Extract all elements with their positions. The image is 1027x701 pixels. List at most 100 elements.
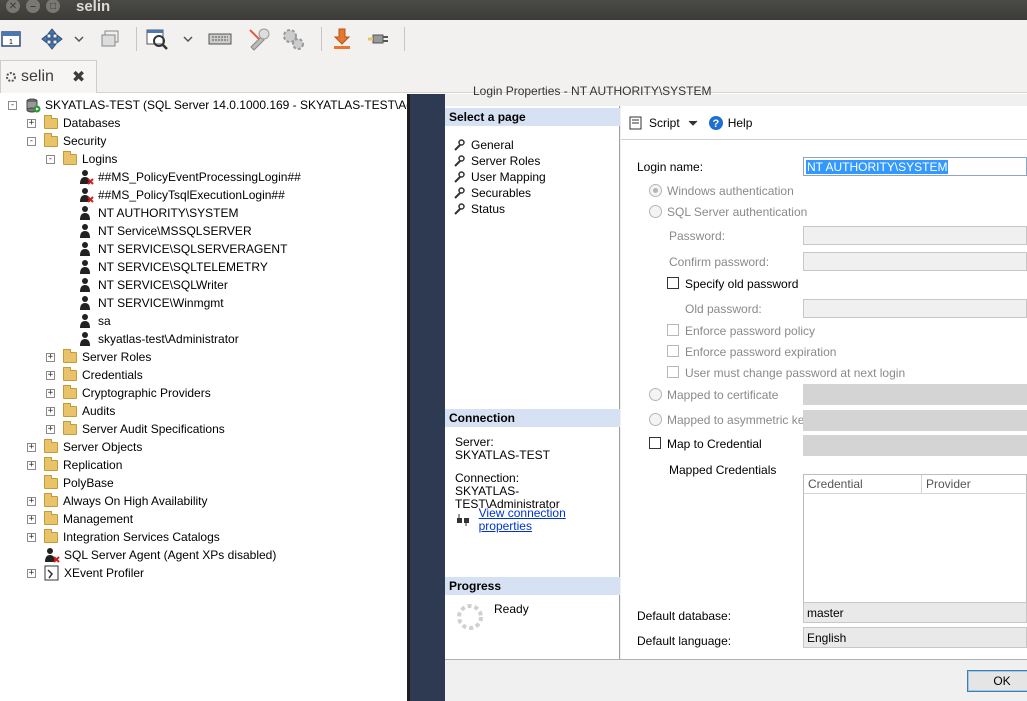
tree-item[interactable]: - SKYATLAS-TEST (SQL Server 14.0.1000.169…: [8, 96, 407, 114]
tree-item-label: Logins: [82, 152, 118, 166]
tree-item[interactable]: + Always On High Availability: [27, 492, 208, 510]
tools-button[interactable]: [245, 25, 273, 53]
page-status[interactable]: Status: [453, 201, 505, 217]
new-query-button[interactable]: 1: [0, 25, 22, 53]
tree-item[interactable]: + Management: [27, 510, 133, 528]
default-database-select[interactable]: master: [803, 602, 1027, 623]
expand-icon[interactable]: +: [46, 406, 55, 416]
tree-item[interactable]: NT SERVICE\SQLWriter: [65, 276, 228, 294]
credential-select[interactable]: [803, 435, 1027, 456]
tab-close-icon[interactable]: ✖: [72, 67, 85, 87]
windows-button[interactable]: [98, 25, 122, 53]
page-server-roles[interactable]: Server Roles: [453, 153, 540, 169]
enforce-expiration-checkbox[interactable]: [667, 345, 679, 357]
mapped-asym-radio[interactable]: [649, 413, 662, 426]
password-input[interactable]: [803, 226, 1027, 245]
tree-item[interactable]: NT Service\MSSQLSERVER: [65, 222, 252, 240]
mapped-credentials-grid[interactable]: Credential Provider: [803, 474, 1027, 609]
login-name-input[interactable]: NT AUTHORITY\SYSTEM: [803, 157, 1027, 176]
grid-header-credential[interactable]: Credential: [804, 475, 922, 494]
tree-item[interactable]: NT SERVICE\SQLTELEMETRY: [65, 258, 268, 276]
script-button[interactable]: Script: [649, 116, 680, 130]
expand-icon[interactable]: +: [27, 118, 36, 128]
old-password-input[interactable]: [803, 299, 1027, 318]
close-window-button[interactable]: ✕: [6, 0, 20, 13]
default-language-select[interactable]: English: [803, 627, 1027, 648]
find-dropdown-button[interactable]: [181, 25, 195, 53]
move-dropdown-button[interactable]: [72, 25, 86, 53]
help-button[interactable]: Help: [728, 116, 753, 130]
chevron-down-icon[interactable]: [688, 120, 698, 126]
expand-icon[interactable]: +: [46, 352, 55, 362]
windows-auth-radio[interactable]: [649, 184, 662, 197]
tree-item[interactable]: + Replication: [27, 456, 122, 474]
pane-divider[interactable]: [407, 94, 445, 701]
expand-icon[interactable]: +: [27, 442, 36, 452]
grid-header-provider[interactable]: Provider: [922, 475, 1027, 494]
view-connection-properties-link[interactable]: View connection properties: [479, 507, 619, 533]
tree-item[interactable]: - Security: [27, 132, 106, 150]
expand-icon[interactable]: +: [46, 424, 55, 434]
collapse-icon[interactable]: -: [8, 100, 17, 110]
expand-icon[interactable]: +: [46, 388, 55, 398]
certificate-select[interactable]: [803, 384, 1027, 405]
tree-item[interactable]: + Cryptographic Providers: [46, 384, 211, 402]
move-button[interactable]: [38, 25, 66, 53]
asymmetric-key-select[interactable]: [803, 410, 1027, 431]
tree-item[interactable]: ##MS_PolicyTsqlExecutionLogin##: [65, 186, 285, 204]
specify-old-password-checkbox[interactable]: [667, 277, 679, 289]
map-credential-checkbox[interactable]: [649, 437, 661, 449]
settings-button[interactable]: [279, 25, 307, 53]
wrench-icon: [454, 139, 465, 151]
toolbar-separator: [321, 27, 322, 51]
tree-item[interactable]: sa: [65, 312, 111, 330]
tree-item[interactable]: NT AUTHORITY\SYSTEM: [65, 204, 238, 222]
expand-icon[interactable]: +: [27, 514, 36, 524]
page-securables[interactable]: Securables: [453, 185, 531, 201]
tree-item[interactable]: NT SERVICE\SQLSERVERAGENT: [65, 240, 287, 258]
connect-button[interactable]: [366, 25, 390, 53]
ok-button[interactable]: OK: [967, 670, 1027, 692]
minimize-window-button[interactable]: –: [26, 0, 40, 13]
tree-item[interactable]: + Server Roles: [46, 348, 151, 366]
tree-item[interactable]: + Databases: [27, 114, 120, 132]
tree-item[interactable]: SQL Server Agent (Agent XPs disabled): [27, 546, 276, 564]
tree-item[interactable]: NT SERVICE\Winmgmt: [65, 294, 224, 312]
tree-item[interactable]: + Credentials: [46, 366, 143, 384]
keyboard-button[interactable]: [207, 25, 233, 53]
help-icon[interactable]: ?: [708, 115, 724, 131]
tree-item[interactable]: + Audits: [46, 402, 115, 420]
tab-selin[interactable]: selin ✖: [0, 60, 97, 93]
expand-icon[interactable]: +: [27, 532, 36, 542]
page-user-mapping[interactable]: User Mapping: [453, 169, 546, 185]
maximize-window-button[interactable]: □: [46, 0, 60, 13]
wrench-icon: [454, 187, 465, 199]
enforce-policy-checkbox[interactable]: [667, 324, 679, 336]
collapse-icon[interactable]: -: [27, 136, 36, 146]
page-label: Status: [471, 202, 506, 216]
tree-item[interactable]: ##MS_PolicyEventProcessingLogin##: [65, 168, 301, 186]
tree-item[interactable]: + Integration Services Catalogs: [27, 528, 220, 546]
confirm-password-input[interactable]: [803, 252, 1027, 271]
mapped-cert-radio[interactable]: [649, 388, 662, 401]
must-change-checkbox[interactable]: [667, 366, 679, 378]
tree-item[interactable]: + XEvent Profiler: [27, 564, 144, 582]
connection-icon: [457, 514, 469, 526]
download-button[interactable]: [330, 25, 354, 53]
sql-auth-radio[interactable]: [649, 205, 662, 218]
tree-item[interactable]: - Logins: [46, 150, 117, 168]
tree-item[interactable]: + Server Objects: [27, 438, 142, 456]
expand-icon[interactable]: +: [27, 460, 36, 470]
page-general[interactable]: General: [453, 137, 514, 153]
expand-icon[interactable]: +: [46, 370, 55, 380]
tree-item[interactable]: skyatlas-test\Administrator: [65, 330, 239, 348]
expand-icon[interactable]: +: [27, 496, 36, 506]
collapse-icon[interactable]: -: [46, 154, 55, 164]
tree-item[interactable]: + Server Audit Specifications: [46, 420, 225, 438]
find-button[interactable]: [145, 25, 171, 53]
expand-icon[interactable]: +: [27, 568, 36, 578]
dialog-button-bar: OK: [445, 659, 1027, 701]
tree-item[interactable]: PolyBase: [27, 474, 114, 492]
tools-icon: [249, 28, 270, 51]
